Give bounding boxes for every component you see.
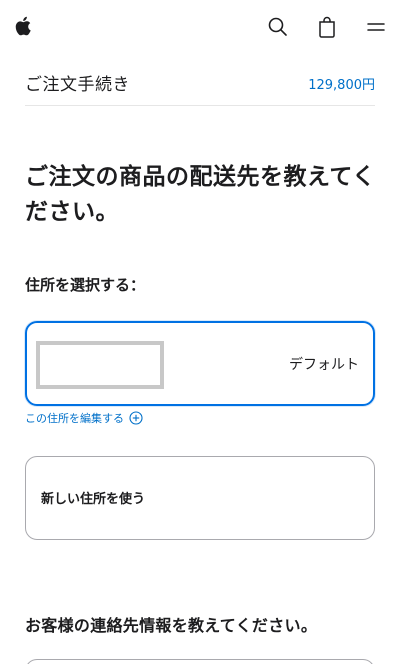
edit-address-label: この住所を編集する: [25, 412, 124, 425]
bag-icon[interactable]: [316, 15, 338, 39]
new-address-option[interactable]: 新しい住所を使う: [25, 456, 375, 540]
shipping-heading: ご注文の商品の配送先を教えてください。: [25, 164, 376, 225]
select-address-label: 住所を選択する：: [25, 276, 146, 294]
new-address-label: 新しい住所を使う: [41, 492, 146, 507]
search-icon[interactable]: [266, 15, 290, 39]
checkout-title: ご注文手続き: [25, 75, 130, 95]
plus-circle-icon: [129, 411, 143, 425]
checkout-header: ご注文手続き 129,800円: [25, 66, 375, 106]
global-nav: [0, 0, 400, 55]
menu-icon[interactable]: [366, 15, 386, 39]
contact-field-card[interactable]: [25, 659, 375, 664]
default-badge: デフォルト: [289, 357, 359, 373]
contact-heading: お客様の連絡先情報を教えてください。: [25, 616, 318, 635]
order-total[interactable]: 129,800円: [308, 74, 375, 93]
edit-address-link[interactable]: この住所を編集する: [25, 410, 143, 426]
apple-logo-icon[interactable]: [15, 16, 33, 36]
selected-address-card[interactable]: デフォルト: [25, 321, 375, 406]
redacted-address: [36, 341, 164, 389]
